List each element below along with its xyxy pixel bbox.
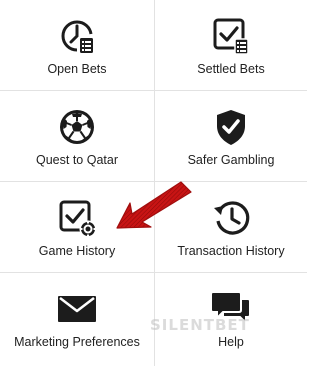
settled-bets-tile[interactable]: Settled Bets xyxy=(155,0,307,91)
settled-bets-label: Settled Bets xyxy=(197,62,265,76)
quest-to-qatar-label: Quest to Qatar xyxy=(36,153,118,167)
help-tile[interactable]: Help xyxy=(155,273,307,366)
help-label: Help xyxy=(218,335,244,349)
open-bets-tile[interactable]: Open Bets xyxy=(0,0,155,91)
marketing-preferences-tile[interactable]: Marketing Preferences xyxy=(0,273,155,366)
history-clock-icon xyxy=(211,198,251,238)
account-menu-grid: Open Bets Settled Bets Quest to Qatar Sa… xyxy=(0,0,307,366)
transaction-history-tile[interactable]: Transaction History xyxy=(155,182,307,273)
game-history-icon xyxy=(57,198,97,238)
settled-bets-icon xyxy=(211,16,251,56)
open-bets-label: Open Bets xyxy=(47,62,107,76)
game-history-tile[interactable]: Game History xyxy=(0,182,155,273)
envelope-icon xyxy=(57,289,97,329)
chat-bubbles-icon xyxy=(211,289,251,329)
quest-to-qatar-tile[interactable]: Quest to Qatar xyxy=(0,91,155,182)
open-bets-icon xyxy=(57,16,97,56)
safer-gambling-tile[interactable]: Safer Gambling xyxy=(155,91,307,182)
marketing-preferences-label: Marketing Preferences xyxy=(14,335,140,349)
safer-gambling-label: Safer Gambling xyxy=(187,153,275,167)
soccer-ball-icon xyxy=(57,107,97,147)
shield-check-icon xyxy=(211,107,251,147)
game-history-label: Game History xyxy=(38,244,116,258)
transaction-history-label: Transaction History xyxy=(177,244,285,258)
